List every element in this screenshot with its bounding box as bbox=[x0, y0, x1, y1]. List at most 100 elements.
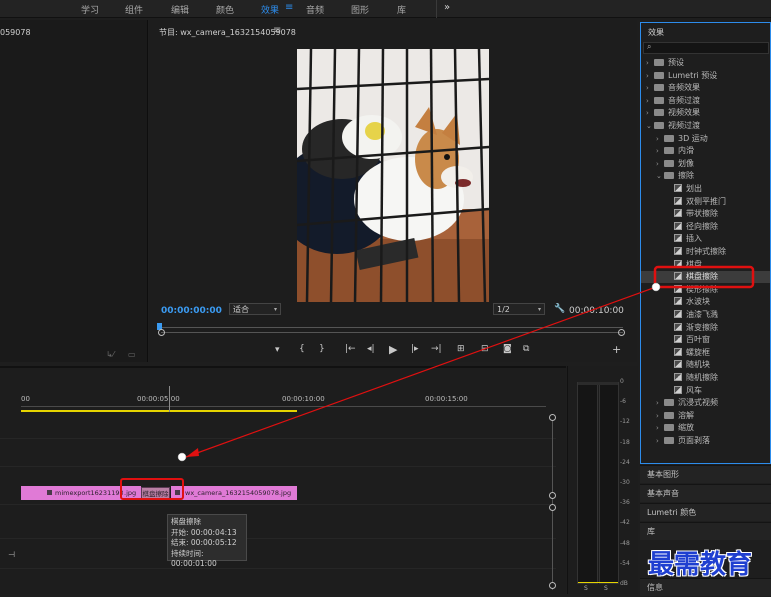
chevron-right-icon[interactable]: › bbox=[656, 158, 664, 170]
program-zoom-bar[interactable] bbox=[161, 332, 623, 333]
double-chevron-right-icon[interactable]: » bbox=[444, 2, 450, 13]
effects-item[interactable]: 油漆飞溅 bbox=[641, 309, 770, 321]
effects-folder[interactable]: › 3D 运动 bbox=[641, 133, 770, 145]
effects-folder[interactable]: › 预设 bbox=[641, 57, 770, 69]
effects-folder[interactable]: › 缩放 bbox=[641, 422, 770, 434]
effects-item[interactable]: 渐变擦除 bbox=[641, 322, 770, 334]
panel-section-header[interactable]: 库 bbox=[640, 522, 771, 540]
play-icon[interactable]: ▶ bbox=[389, 343, 397, 356]
chevron-right-icon[interactable]: › bbox=[656, 133, 664, 145]
zoom-handle-right[interactable] bbox=[618, 329, 625, 336]
chevron-right-icon[interactable]: › bbox=[646, 95, 654, 107]
effects-folder[interactable]: ⌄ 视频过渡 bbox=[641, 120, 770, 132]
effects-item[interactable]: 双侧平推门 bbox=[641, 196, 770, 208]
work-area-bar[interactable] bbox=[21, 410, 297, 412]
mark-in-icon[interactable]: { bbox=[299, 344, 305, 354]
chevron-right-icon[interactable]: › bbox=[656, 422, 664, 434]
workspace-tab-graphics[interactable]: 图形 bbox=[351, 3, 369, 16]
zoom-handle-left[interactable] bbox=[158, 329, 165, 336]
camera-icon[interactable]: ◙ bbox=[503, 344, 512, 354]
effects-item[interactable]: 随机块 bbox=[641, 359, 770, 371]
effects-folder[interactable]: › 音频过渡 bbox=[641, 95, 770, 107]
panel-menu-icon[interactable]: ≡ bbox=[273, 25, 281, 36]
workspace-tab-audio[interactable]: 音频 bbox=[306, 3, 324, 16]
clip-a[interactable]: mimexport1623119090674.jpg bbox=[21, 486, 125, 500]
effects-item[interactable]: 风车 bbox=[641, 385, 770, 397]
chevron-right-icon[interactable]: › bbox=[646, 70, 654, 82]
chevron-right-icon[interactable]: › bbox=[656, 435, 664, 447]
mark-out-icon[interactable]: } bbox=[319, 344, 325, 354]
chevron-right-icon[interactable]: › bbox=[646, 107, 654, 119]
effects-folder[interactable]: › Lumetri 预设 bbox=[641, 70, 770, 82]
effects-search-input[interactable]: ⌕ bbox=[643, 42, 769, 54]
effects-item[interactable]: 时钟式擦除 bbox=[641, 246, 770, 258]
scroll-handle[interactable] bbox=[549, 492, 556, 499]
effects-item[interactable]: 水波块 bbox=[641, 296, 770, 308]
panel-section-header[interactable]: 基本图形 bbox=[640, 465, 771, 483]
add-marker-icon[interactable]: ▾ bbox=[275, 345, 280, 355]
chevron-down-icon[interactable]: ⌄ bbox=[646, 120, 654, 132]
lift-icon[interactable]: ⊞ bbox=[457, 344, 465, 354]
timeline-playhead[interactable] bbox=[169, 386, 170, 412]
step-back-icon[interactable]: ◂| bbox=[367, 344, 375, 354]
export-frame-icon[interactable]: ↳⁄ bbox=[106, 350, 114, 359]
insert-icon[interactable]: ▭ bbox=[128, 350, 136, 359]
effects-folder[interactable]: ⌄ 擦除 bbox=[641, 170, 770, 182]
effects-item[interactable]: 划出 bbox=[641, 183, 770, 195]
extract-icon[interactable]: ⊟ bbox=[481, 344, 489, 354]
effects-item[interactable]: 百叶窗 bbox=[641, 334, 770, 346]
compare-view-icon[interactable]: ⧉ bbox=[523, 344, 529, 354]
workspace-tab-color[interactable]: 颜色 bbox=[216, 3, 234, 16]
workspace-tab-libraries[interactable]: 库 bbox=[397, 3, 406, 16]
effects-folder[interactable]: › 沉浸式视频 bbox=[641, 397, 770, 409]
resolution-label: 1/2 bbox=[497, 305, 510, 314]
meter-solo-right[interactable]: S bbox=[604, 585, 608, 592]
effects-item[interactable]: 螺旋框 bbox=[641, 347, 770, 359]
chevron-right-icon[interactable]: › bbox=[656, 145, 664, 157]
chevron-right-icon[interactable]: › bbox=[656, 410, 664, 422]
effects-item[interactable]: 随机擦除 bbox=[641, 372, 770, 384]
chevron-right-icon[interactable]: › bbox=[656, 397, 664, 409]
effects-folder[interactable]: › 划像 bbox=[641, 158, 770, 170]
add-button-icon[interactable]: + bbox=[612, 343, 621, 356]
chevron-right-icon[interactable]: › bbox=[646, 57, 654, 69]
go-to-in-icon[interactable]: |← bbox=[345, 344, 356, 354]
program-scrubber-track[interactable] bbox=[161, 327, 623, 328]
time-ruler[interactable] bbox=[21, 406, 546, 407]
effects-folder[interactable]: › 视频效果 bbox=[641, 107, 770, 119]
step-forward-icon[interactable]: |▸ bbox=[411, 344, 419, 354]
wrench-icon[interactable]: 🔧 bbox=[554, 304, 565, 314]
effects-item[interactable]: 径向擦除 bbox=[641, 221, 770, 233]
chevron-right-icon[interactable]: › bbox=[646, 82, 654, 94]
scroll-handle[interactable] bbox=[549, 504, 556, 511]
go-to-out-icon[interactable]: →| bbox=[431, 344, 442, 354]
chevron-down-icon[interactable]: ⌄ bbox=[656, 170, 664, 182]
effects-folder[interactable]: › 内滑 bbox=[641, 145, 770, 157]
hamburger-icon[interactable]: ≡ bbox=[285, 2, 293, 13]
timeline-vertical-scrollbar[interactable] bbox=[552, 414, 553, 590]
meter-solo-left[interactable]: S bbox=[584, 585, 588, 592]
effects-item[interactable]: 楔形擦除 bbox=[641, 284, 770, 296]
resolution-select[interactable]: 1/2 ▾ bbox=[493, 303, 545, 315]
meter-scale-label: -12 bbox=[620, 418, 630, 426]
effects-item[interactable]: 插入 bbox=[641, 233, 770, 245]
snap-icon[interactable]: ⊣ bbox=[8, 550, 15, 559]
effects-item[interactable]: 棋盘擦除 bbox=[641, 271, 770, 284]
scroll-handle[interactable] bbox=[549, 582, 556, 589]
program-current-timecode[interactable]: 00:00:00:00 bbox=[161, 306, 222, 316]
workspace-tab-learn[interactable]: 学习 bbox=[81, 3, 99, 16]
effects-folder[interactable]: › 音频效果 bbox=[641, 82, 770, 94]
panel-section-header[interactable]: 信息 bbox=[640, 578, 771, 596]
effects-folder[interactable]: › 页面剥落 bbox=[641, 435, 770, 447]
workspace-tab-assembly[interactable]: 组件 bbox=[125, 3, 143, 16]
panel-section-header[interactable]: 基本声音 bbox=[640, 484, 771, 502]
workspace-tab-editing[interactable]: 编辑 bbox=[171, 3, 189, 16]
fit-zoom-select[interactable]: 适合 ▾ bbox=[229, 303, 281, 315]
effects-item[interactable]: 棋盘 bbox=[641, 259, 770, 271]
workspace-tab-effects[interactable]: 效果 bbox=[261, 3, 279, 16]
effects-item[interactable]: 带状擦除 bbox=[641, 208, 770, 220]
effects-folder[interactable]: › 溶解 bbox=[641, 410, 770, 422]
clip-b[interactable]: wx_camera_1632154059078.jpg bbox=[171, 486, 297, 500]
panel-section-header[interactable]: Lumetri 颜色 bbox=[640, 503, 771, 521]
scroll-handle[interactable] bbox=[549, 414, 556, 421]
